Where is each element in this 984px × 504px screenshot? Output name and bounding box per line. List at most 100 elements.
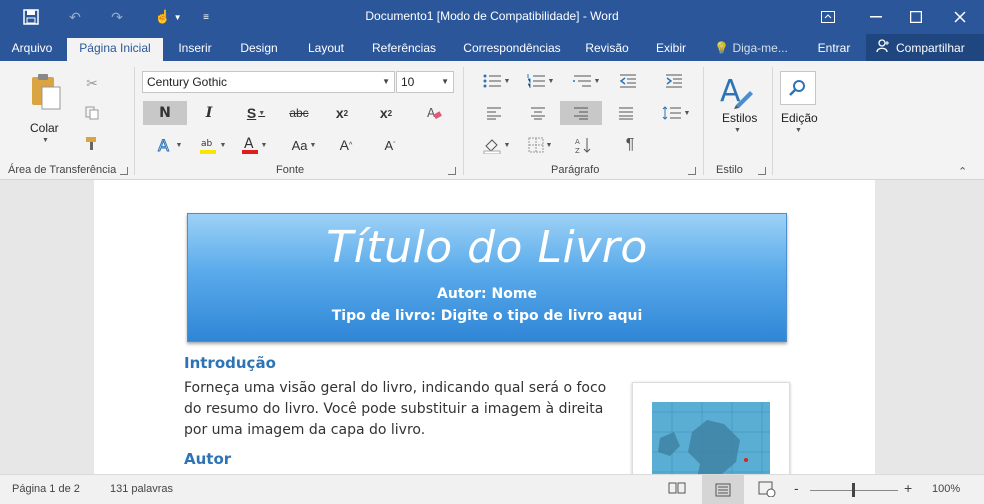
- decrease-indent-icon[interactable]: [614, 69, 642, 93]
- styles-label[interactable]: Estilos: [722, 111, 757, 125]
- zoom-in-button[interactable]: +: [904, 480, 912, 496]
- title-bar: ↶ ↷ ☝ ▼ ≡ Documento1 [Modo de Compatibili…: [0, 0, 984, 34]
- book-type-line[interactable]: Tipo de livro: Digite o tipo de livro aq…: [188, 308, 786, 324]
- maximize-icon[interactable]: [896, 0, 936, 34]
- zoom-out-button[interactable]: -: [794, 480, 799, 496]
- justify-icon[interactable]: [612, 101, 640, 125]
- font-color-icon[interactable]: A ▼: [236, 133, 272, 157]
- book-title[interactable]: Título do Livro: [188, 222, 786, 273]
- strikethrough-button[interactable]: abc: [282, 101, 316, 125]
- tab-pagina-inicial[interactable]: Página Inicial: [67, 38, 163, 61]
- svg-text:A: A: [158, 136, 169, 154]
- sign-in-link[interactable]: Entrar: [808, 38, 860, 61]
- document-page[interactable]: Título do Livro Autor: Nome Tipo de livr…: [94, 180, 875, 474]
- svg-text:A: A: [244, 136, 254, 152]
- tab-referencias[interactable]: Referências: [368, 38, 440, 61]
- intro-heading[interactable]: Introdução: [184, 354, 276, 372]
- font-name-value: Century Gothic: [147, 75, 228, 89]
- author-heading[interactable]: Autor: [184, 450, 231, 468]
- italic-button[interactable]: I: [194, 101, 224, 125]
- document-area[interactable]: Título do Livro Autor: Nome Tipo de livr…: [0, 180, 984, 474]
- styles-group-label: Estilo: [716, 164, 743, 176]
- status-bar: Página 1 de 2 131 palavras - + 100%: [0, 474, 984, 504]
- grow-font-icon[interactable]: A ^: [334, 133, 358, 157]
- svg-text:A: A: [427, 106, 436, 120]
- underline-button[interactable]: S ▼: [236, 101, 276, 125]
- line-spacing-icon[interactable]: ▼: [658, 101, 694, 125]
- share-button[interactable]: Compartilhar: [866, 34, 984, 61]
- show-formatting-icon[interactable]: ¶: [616, 133, 644, 157]
- paragraph-launcher-icon[interactable]: [688, 167, 696, 175]
- font-size-value: 10: [401, 75, 415, 89]
- clear-formatting-icon[interactable]: A: [420, 101, 448, 125]
- print-layout-icon: [715, 483, 731, 497]
- tab-arquivo[interactable]: Arquivo: [4, 38, 60, 61]
- editing-dropdown-arrow[interactable]: ▼: [795, 127, 802, 134]
- web-layout-icon[interactable]: [758, 481, 776, 500]
- tell-me-box[interactable]: 💡 Diga-me...: [710, 38, 792, 61]
- zoom-level[interactable]: 100%: [932, 483, 960, 495]
- person-icon: [876, 39, 890, 56]
- tab-correspondencias[interactable]: Correspondências: [458, 38, 566, 61]
- title-banner[interactable]: Título do Livro Autor: Nome Tipo de livr…: [187, 213, 787, 342]
- align-left-icon[interactable]: [480, 101, 508, 125]
- bullets-icon[interactable]: ▼: [478, 69, 514, 93]
- styles-icon[interactable]: A: [714, 69, 758, 113]
- ribbon-separator: [134, 67, 135, 175]
- sort-icon[interactable]: AZ: [570, 133, 598, 157]
- multilevel-list-icon[interactable]: ▼: [568, 69, 604, 93]
- text-effects-icon[interactable]: A ▼: [152, 133, 186, 157]
- page-count[interactable]: Página 1 de 2: [12, 483, 80, 495]
- book-cover-image[interactable]: [632, 382, 790, 474]
- read-mode-icon[interactable]: [668, 481, 686, 498]
- borders-icon[interactable]: ▼: [522, 133, 558, 157]
- cut-icon[interactable]: ✂: [80, 71, 104, 95]
- lightbulb-icon: 💡: [714, 41, 730, 55]
- font-size-combo[interactable]: 10 ▼: [396, 71, 454, 93]
- format-painter-icon[interactable]: [80, 131, 104, 155]
- search-icon[interactable]: [780, 71, 816, 105]
- styles-launcher-icon[interactable]: [758, 167, 766, 175]
- ribbon-display-icon[interactable]: [808, 0, 848, 34]
- tab-inserir[interactable]: Inserir: [172, 38, 218, 61]
- editing-label[interactable]: Edição: [781, 111, 818, 125]
- change-case-button[interactable]: Aa ▼: [284, 133, 324, 157]
- superscript-mark: 2: [387, 108, 393, 118]
- numbering-icon[interactable]: ▼: [522, 69, 558, 93]
- copy-icon[interactable]: [80, 101, 104, 125]
- align-right-icon[interactable]: [560, 101, 602, 125]
- superscript-button[interactable]: x2: [368, 101, 404, 125]
- author-line[interactable]: Autor: Nome: [188, 286, 786, 302]
- tab-exibir[interactable]: Exibir: [648, 38, 694, 61]
- subscript-glyph: x: [335, 105, 344, 121]
- shrink-font-icon[interactable]: Aˇ: [378, 133, 402, 157]
- zoom-slider-thumb[interactable]: [852, 483, 855, 497]
- clipboard-group-label: Área de Transferência: [8, 164, 117, 176]
- collapse-ribbon-icon[interactable]: ⌃: [958, 165, 967, 178]
- paste-label[interactable]: Colar: [30, 121, 59, 135]
- styles-dropdown-arrow[interactable]: ▼: [734, 127, 741, 134]
- subscript-button[interactable]: x2: [324, 101, 360, 125]
- font-name-combo[interactable]: Century Gothic ▼: [142, 71, 395, 93]
- ribbon-tab-bar: Arquivo Página Inicial Inserir Design La…: [0, 34, 984, 61]
- clipboard-launcher-icon[interactable]: [120, 167, 128, 175]
- close-icon[interactable]: [940, 0, 980, 34]
- highlight-color-icon[interactable]: ab ▼: [194, 133, 230, 157]
- paste-dropdown-arrow[interactable]: ▼: [42, 137, 49, 144]
- increase-indent-icon[interactable]: [660, 69, 688, 93]
- tab-layout[interactable]: Layout: [300, 38, 352, 61]
- tab-revisao[interactable]: Revisão: [580, 38, 634, 61]
- ribbon-separator: [463, 67, 464, 175]
- minimize-icon[interactable]: [856, 0, 896, 34]
- paste-icon[interactable]: [26, 71, 66, 111]
- font-launcher-icon[interactable]: [448, 167, 456, 175]
- word-count[interactable]: 131 palavras: [110, 483, 173, 495]
- align-center-icon[interactable]: [524, 101, 552, 125]
- bold-button[interactable]: N: [143, 101, 187, 125]
- tab-design[interactable]: Design: [236, 38, 282, 61]
- shading-icon[interactable]: ▼: [478, 133, 514, 157]
- svg-text:A: A: [575, 138, 580, 146]
- chevron-down-icon: ▼: [441, 77, 449, 86]
- print-layout-button[interactable]: [702, 475, 744, 504]
- intro-paragraph[interactable]: Forneça uma visão geral do livro, indica…: [184, 378, 614, 441]
